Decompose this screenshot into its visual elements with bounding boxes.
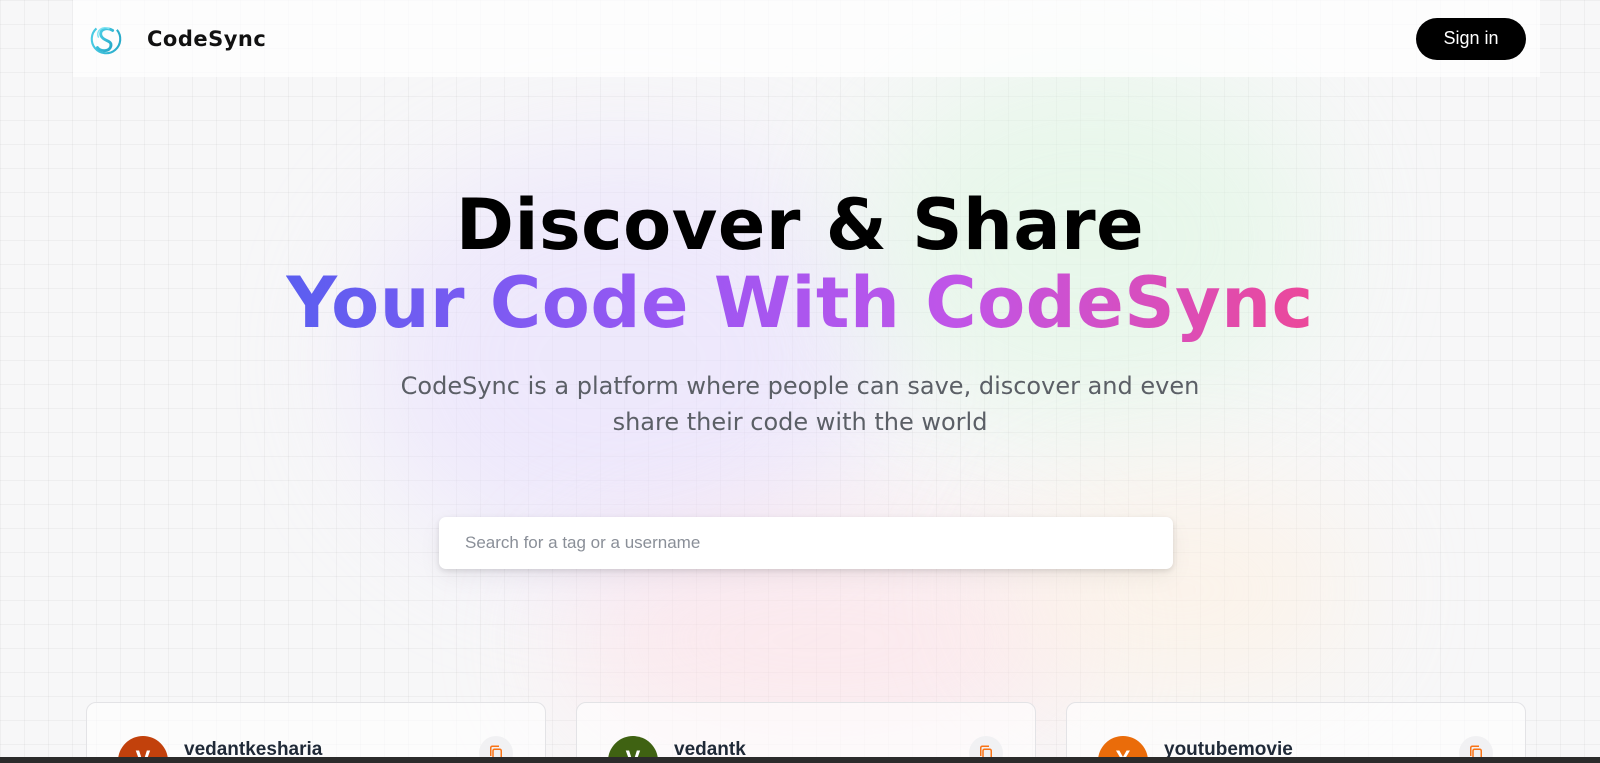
- hero-title-gradient: Your Code With CodeSync: [286, 262, 1314, 344]
- navbar: CodeSync Sign in: [73, 0, 1540, 77]
- snippet-cards: V vedantkesharia V vedantk Y youtubemovi…: [86, 702, 1526, 763]
- hero-title: Discover & Share: [455, 184, 1145, 266]
- snippet-card[interactable]: Y youtubemovie: [1066, 702, 1526, 763]
- codesync-logo-icon: [90, 23, 122, 54]
- snippet-card[interactable]: V vedantk: [576, 702, 1036, 763]
- snippet-card[interactable]: V vedantkesharia: [86, 702, 546, 763]
- window-bottom-edge: [0, 757, 1600, 763]
- brand[interactable]: CodeSync: [87, 20, 266, 58]
- hero-section: Discover & Share Your Code With CodeSync…: [0, 186, 1600, 440]
- brand-name: CodeSync: [147, 26, 267, 51]
- hero-subtitle: CodeSync is a platform where people can …: [400, 372, 1200, 436]
- search-input[interactable]: [465, 533, 1173, 553]
- sign-in-button[interactable]: Sign in: [1416, 17, 1526, 60]
- background-glow: [1000, 480, 1360, 700]
- page: CodeSync Sign in Discover & Share Your C…: [0, 0, 1600, 763]
- search-bar: [439, 517, 1173, 569]
